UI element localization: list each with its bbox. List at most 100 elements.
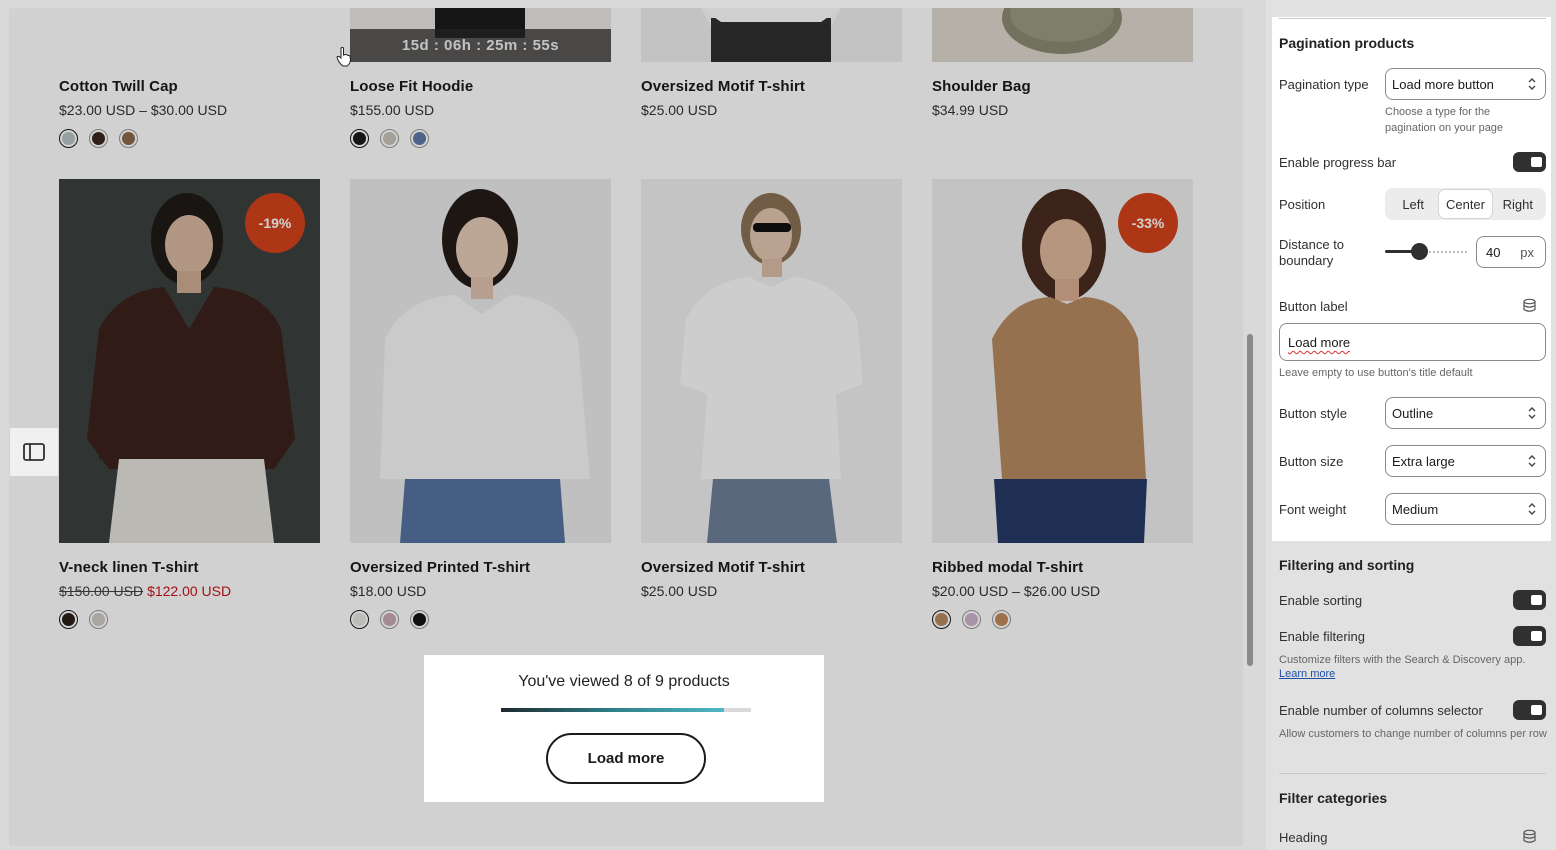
model-photo [350, 179, 611, 543]
discount-badge: -19% [245, 193, 305, 253]
product-image[interactable] [641, 179, 902, 543]
columns-selector-toggle[interactable] [1513, 700, 1546, 720]
button-label-input[interactable]: Load more [1279, 323, 1546, 361]
position-label: Position [1279, 197, 1326, 212]
progress-bar-fill [501, 708, 724, 712]
product-title[interactable]: Oversized Motif T-shirt [641, 559, 805, 576]
product-title[interactable]: Ribbed modal T-shirt [932, 559, 1083, 576]
pagination-type-select[interactable]: Load more button [1385, 68, 1546, 100]
font-weight-select[interactable]: Medium [1385, 493, 1546, 525]
swatch[interactable] [410, 610, 429, 629]
product-title[interactable]: Oversized Printed T-shirt [350, 559, 530, 576]
select-chevron-icon [1528, 503, 1536, 515]
filtering-help: Customize filters with the Search & Disc… [1279, 654, 1526, 666]
product-image[interactable] [350, 179, 611, 543]
product-image[interactable]: 15d : 06h : 25m : 55s [350, 8, 611, 62]
color-swatches [350, 610, 429, 629]
swatch[interactable] [962, 610, 981, 629]
distance-label: Distance to boundary [1279, 237, 1345, 268]
enable-filtering-label: Enable filtering [1279, 629, 1365, 644]
color-swatches [59, 610, 108, 629]
product-price: $34.99 USD [932, 102, 1009, 118]
progress-bar-toggle[interactable] [1513, 152, 1546, 172]
button-label-label: Button label [1279, 299, 1348, 314]
button-size-label: Button size [1279, 454, 1344, 469]
button-label-help: Leave empty to use button's title defaul… [1279, 367, 1473, 379]
position-left[interactable]: Left [1387, 190, 1439, 218]
swatch[interactable] [350, 610, 369, 629]
product-image[interactable] [641, 8, 902, 62]
section-title-filtering: Filtering and sorting [1279, 557, 1415, 573]
swatch[interactable] [932, 610, 951, 629]
font-weight-value: Medium [1392, 501, 1439, 517]
enable-sorting-label: Enable sorting [1279, 593, 1363, 608]
sidebar-panel-icon [23, 443, 45, 461]
product-image[interactable]: -33% [932, 179, 1193, 543]
swatch[interactable] [59, 129, 78, 148]
button-style-label: Button style [1279, 406, 1347, 421]
button-size-value: Extra large [1392, 453, 1455, 469]
position-segmented-control: Left Center Right [1385, 188, 1546, 220]
scrollbar-thumb[interactable] [1247, 334, 1253, 666]
tshirt-photo [701, 8, 841, 62]
progress-bar [501, 708, 751, 712]
divider [1279, 773, 1546, 774]
sale-price: $122.00 USD [147, 583, 232, 599]
product-price: $25.00 USD [641, 102, 718, 118]
pagination-type-value: Load more button [1392, 76, 1494, 92]
sidebar-toggle-button[interactable] [10, 427, 58, 477]
font-weight-label: Font weight [1279, 502, 1347, 517]
color-swatches [59, 129, 138, 148]
dynamic-source-icon[interactable] [1522, 829, 1537, 844]
product-title[interactable]: Oversized Motif T-shirt [641, 78, 805, 95]
progress-bar-label: Enable progress bar [1279, 155, 1397, 170]
swatch[interactable] [350, 129, 369, 148]
product-title[interactable]: V-neck linen T-shirt [59, 559, 199, 576]
swatch[interactable] [89, 129, 108, 148]
button-style-select[interactable]: Outline [1385, 397, 1546, 429]
compare-price: $150.00 USD [59, 583, 144, 599]
product-price: $20.00 USD – $26.00 USD [932, 583, 1101, 599]
preview-scrollbar[interactable] [1246, 8, 1254, 846]
product-price: $25.00 USD [641, 583, 718, 599]
distance-input[interactable]: 40 px [1476, 236, 1546, 268]
section-title-pagination: Pagination products [1279, 35, 1415, 51]
swatch[interactable] [992, 610, 1011, 629]
hand-cursor-icon [336, 47, 352, 67]
discount-badge: -33% [1118, 193, 1178, 253]
learn-more-link[interactable]: Learn more [1279, 668, 1335, 680]
product-title[interactable]: Shoulder Bag [932, 78, 1031, 95]
divider [1279, 18, 1546, 19]
product-image[interactable] [932, 8, 1193, 62]
position-right[interactable]: Right [1492, 190, 1544, 218]
product-price: $23.00 USD – $30.00 USD [59, 102, 228, 118]
dynamic-source-icon[interactable] [1522, 298, 1537, 313]
swatch[interactable] [380, 610, 399, 629]
heading-label: Heading [1279, 830, 1328, 845]
button-label-value: Load more [1288, 335, 1351, 350]
color-swatches [350, 129, 429, 148]
position-center[interactable]: Center [1439, 190, 1492, 218]
swatch[interactable] [59, 610, 78, 629]
swatch[interactable] [380, 129, 399, 148]
product-title[interactable]: Loose Fit Hoodie [350, 78, 473, 95]
swatch[interactable] [410, 129, 429, 148]
button-size-select[interactable]: Extra large [1385, 445, 1546, 477]
enable-sorting-toggle[interactable] [1513, 590, 1546, 610]
columns-selector-label: Enable number of columns selector [1279, 703, 1483, 718]
model-photo [641, 179, 902, 543]
product-price: $18.00 USD [350, 583, 427, 599]
load-more-button[interactable]: Load more [546, 733, 706, 784]
select-chevron-icon [1528, 407, 1536, 419]
button-style-value: Outline [1392, 405, 1434, 421]
swatch[interactable] [119, 129, 138, 148]
product-title[interactable]: Cotton Twill Cap [59, 78, 178, 95]
product-price: $150.00 USD $122.00 USD [59, 583, 231, 599]
select-chevron-icon [1528, 78, 1536, 90]
swatch[interactable] [89, 610, 108, 629]
countdown-timer: 15d : 06h : 25m : 55s [350, 29, 611, 62]
distance-slider-handle[interactable] [1411, 243, 1428, 260]
product-image[interactable]: -19% [59, 179, 320, 543]
enable-filtering-toggle[interactable] [1513, 626, 1546, 646]
section-title-filter-categories: Filter categories [1279, 790, 1388, 806]
